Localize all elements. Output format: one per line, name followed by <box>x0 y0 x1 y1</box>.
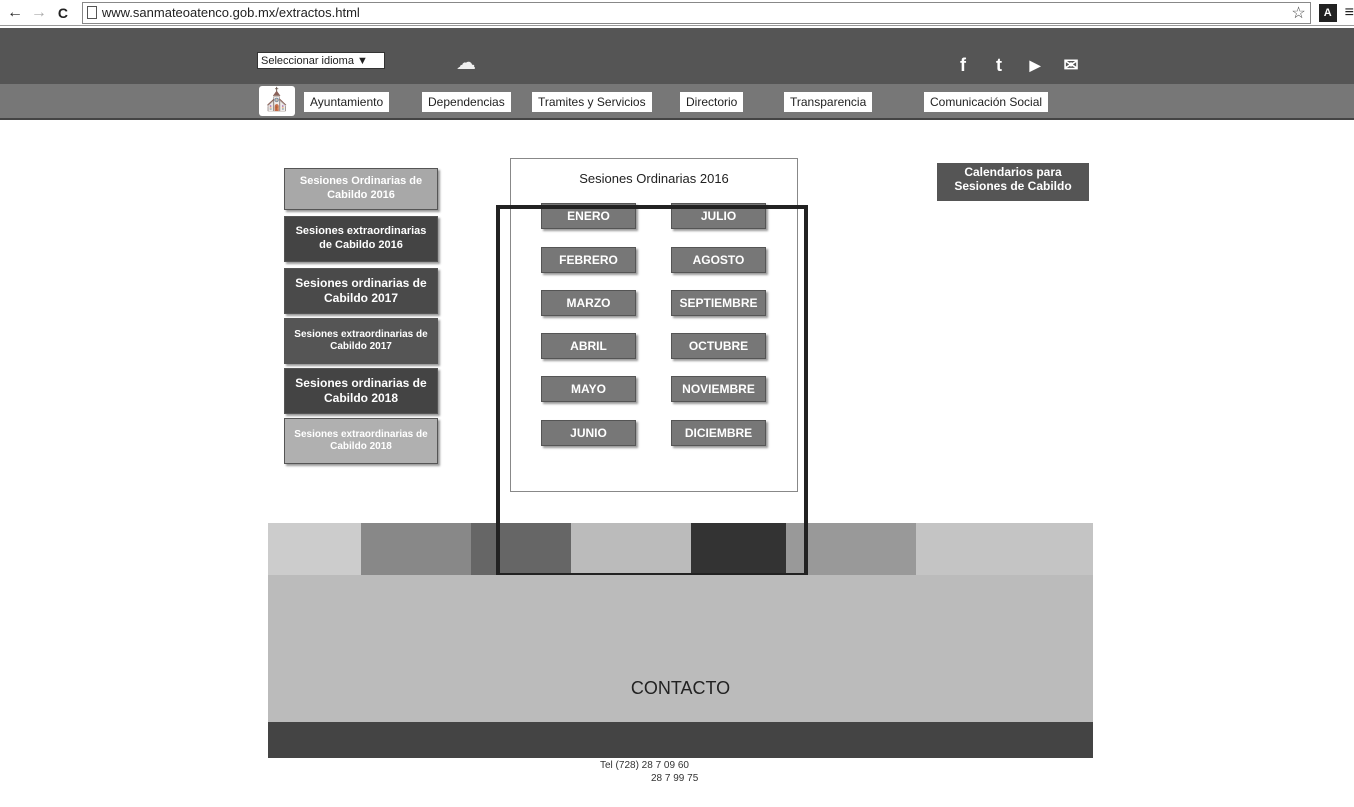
back-icon[interactable]: ← <box>6 4 24 22</box>
menu-icon[interactable]: ≡ <box>1345 4 1354 22</box>
contact-heading: CONTACTO <box>630 678 731 698</box>
nav-directorio[interactable]: Directorio <box>680 92 744 112</box>
twitter-icon[interactable]: t <box>986 52 1012 78</box>
nav-ayuntamiento[interactable]: Ayuntamiento <box>304 92 390 112</box>
email-icon[interactable]: ✉ <box>1058 52 1084 78</box>
site-logo-icon[interactable]: ⛪ <box>259 86 295 116</box>
sidebar-item-extraordinarias-2016[interactable]: Sesiones extraordinarias de Cabildo 2016 <box>284 216 438 262</box>
calendar-sessions-button[interactable]: Calendarios para Sesiones de Cabildo <box>937 163 1089 201</box>
sidebar-item-ordinarias-2018[interactable]: Sesiones ordinarias de Cabildo 2018 <box>284 368 438 414</box>
sidebar-item-ordinarias-2016[interactable]: Sesiones Ordinarias de Cabildo 2016 <box>284 168 438 210</box>
sidebar-item-ordinarias-2017[interactable]: Sesiones ordinarias de Cabildo 2017 <box>284 268 438 314</box>
footer-phone-1: Tel (728) 28 7 09 60 <box>600 760 689 771</box>
forward-icon[interactable]: → <box>30 4 48 22</box>
nav-dependencias[interactable]: Dependencias <box>422 92 511 112</box>
facebook-icon[interactable]: f <box>950 52 976 78</box>
url-text: www.sanmateoatenco.gob.mx/extractos.html <box>101 5 360 20</box>
footer-background: CONTACTO <box>268 575 1093 722</box>
band-segment <box>361 523 471 575</box>
reload-icon[interactable]: C <box>54 5 72 21</box>
main-navigation: ⛪ Ayuntamiento Dependencias Tramites y S… <box>0 84 1354 120</box>
youtube-icon[interactable]: ▶ <box>1022 52 1048 78</box>
sidebar-item-extraordinarias-2017[interactable]: Sesiones extraordinarias de Cabildo 2017 <box>284 318 438 364</box>
browser-toolbar: ← → C www.sanmateoatenco.gob.mx/extracto… <box>0 0 1354 26</box>
language-select[interactable]: Seleccionar idioma ▼ <box>257 52 385 69</box>
selection-highlight-frame <box>496 205 808 577</box>
sidebar-item-extraordinarias-2018[interactable]: Sesiones extraordinarias de Cabildo 2018 <box>284 418 438 464</box>
nav-comunicacion-social[interactable]: Comunicación Social <box>924 92 1049 112</box>
bookmark-star-icon[interactable]: ☆ <box>1291 3 1305 23</box>
nav-transparencia[interactable]: Transparencia <box>784 92 873 112</box>
page-icon <box>86 6 97 19</box>
nav-tramites[interactable]: Tramites y Servicios <box>532 92 652 112</box>
footer-address-bar <box>268 722 1093 758</box>
panel-title: Sesiones Ordinarias 2016 <box>579 171 729 186</box>
address-bar[interactable]: www.sanmateoatenco.gob.mx/extractos.html… <box>81 1 1311 24</box>
band-segment <box>268 523 361 575</box>
weather-cloud-icon: ☁ <box>456 52 476 74</box>
footer-phone-2: 28 7 99 75 <box>651 773 699 784</box>
extension-icon[interactable]: A <box>1318 3 1337 22</box>
site-top-bar: Seleccionar idioma ▼ ☁ f t ▶ ✉ <box>0 28 1354 84</box>
band-segment <box>916 523 1093 575</box>
